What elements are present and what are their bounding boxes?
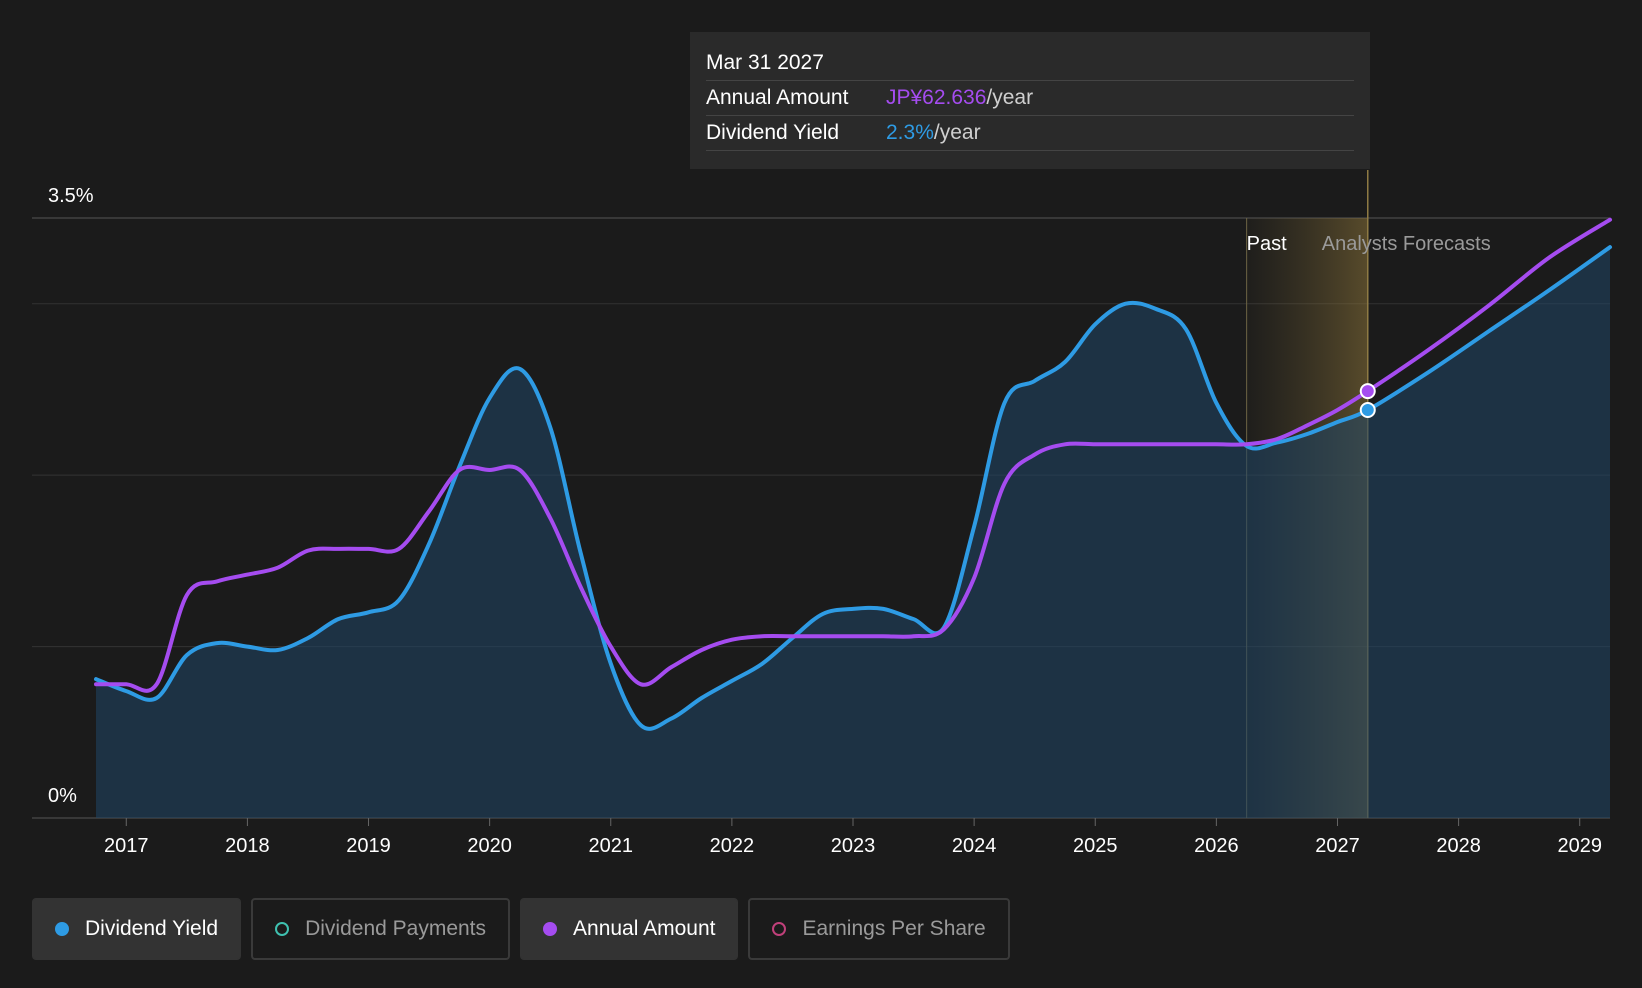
x-tick-label: 2029 — [1557, 835, 1602, 857]
x-tick-label: 2022 — [710, 835, 755, 857]
past-label: Past — [1247, 233, 1287, 255]
x-tick-label: 2023 — [831, 835, 876, 857]
tooltip-label: Annual Amount — [706, 86, 849, 109]
chart-legend: Dividend Yield Dividend Payments Annual … — [32, 898, 1010, 960]
x-tick-label: 2026 — [1194, 835, 1239, 857]
legend-dividend-yield-button[interactable]: Dividend Yield — [32, 898, 242, 960]
legend-label: Dividend Payments — [305, 917, 487, 940]
legend-earnings-per-share-button[interactable]: Earnings Per Share — [748, 898, 1010, 960]
x-tick-label: 2027 — [1315, 835, 1360, 857]
y-label-bottom: 0% — [48, 785, 77, 807]
dividend-yield-marker — [1359, 402, 1376, 418]
annual-amount-marker — [1359, 383, 1376, 400]
x-tick-label: 2019 — [346, 835, 391, 857]
filled-dot-icon — [55, 922, 69, 936]
legend-dividend-payments-button[interactable]: Dividend Payments — [251, 898, 511, 960]
chart-tooltip: Mar 31 2027 Annual Amount JP¥62.636 /yea… — [690, 32, 1370, 169]
x-tick-label: 2028 — [1436, 835, 1481, 857]
x-tick-label: 2018 — [225, 835, 270, 857]
x-tick-label: 2017 — [104, 835, 149, 857]
legend-label: Dividend Yield — [85, 917, 219, 940]
x-tick-label: 2021 — [589, 835, 634, 857]
forecast-label: Analysts Forecasts — [1322, 233, 1491, 255]
x-tick-label: 2024 — [952, 835, 997, 857]
tooltip-label: Dividend Yield — [706, 121, 840, 144]
y-label-top: 3.5% — [48, 185, 94, 207]
x-tick-label: 2020 — [467, 835, 512, 857]
hollow-dot-icon — [275, 922, 290, 936]
filled-dot-icon — [543, 922, 558, 936]
tooltip-value: JP¥62.636 — [886, 86, 987, 109]
tooltip-unit: /year — [986, 86, 1034, 109]
tooltip-value: 2.3% — [886, 121, 934, 144]
hollow-dot-icon — [772, 922, 787, 936]
tooltip-row-annual-amount: Annual Amount JP¥62.636 /year — [706, 81, 1354, 116]
legend-label: Annual Amount — [573, 917, 716, 940]
legend-annual-amount-button[interactable]: Annual Amount — [520, 898, 739, 960]
legend-label: Earnings Per Share — [802, 917, 986, 940]
tooltip-row-dividend-yield: Dividend Yield 2.3% /year — [706, 116, 1354, 151]
x-tick-label: 2025 — [1073, 835, 1118, 857]
tooltip-unit: /year — [933, 121, 981, 144]
tooltip-date: Mar 31 2027 — [706, 46, 1354, 81]
dividend-yield-area — [96, 247, 1610, 819]
